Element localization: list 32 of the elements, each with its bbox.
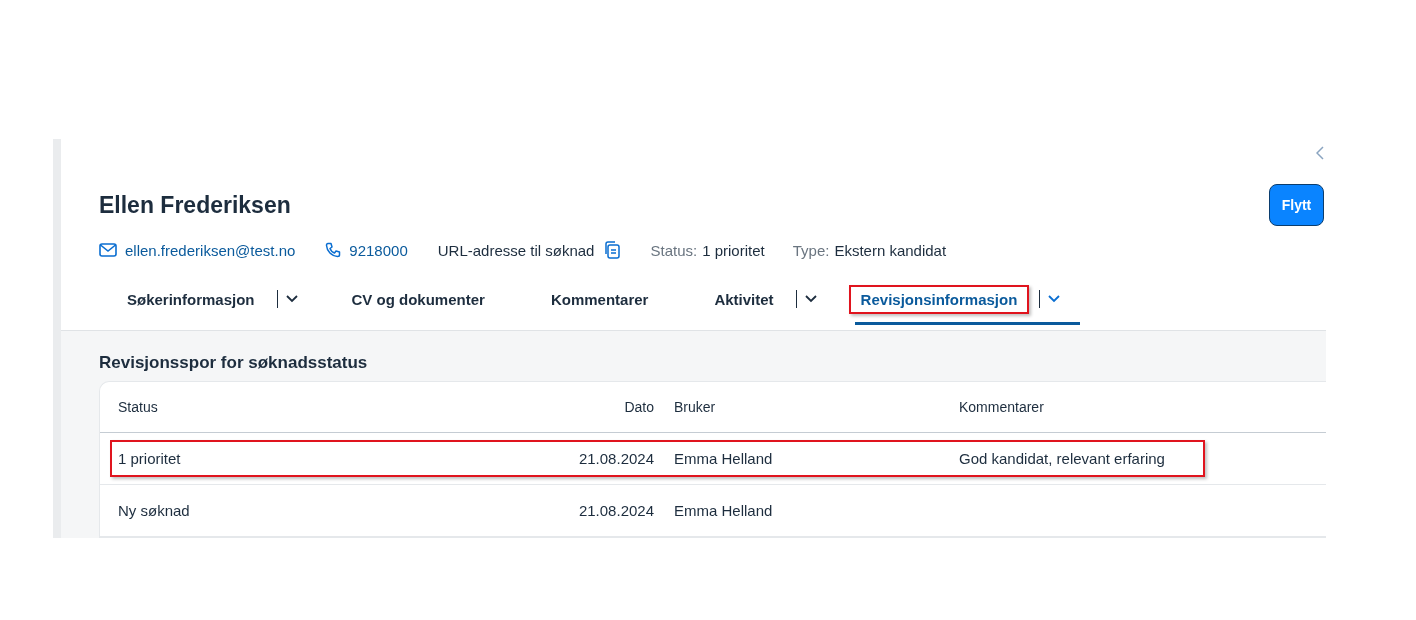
chevron-down-icon[interactable] xyxy=(285,295,298,303)
column-header: Kommentarer xyxy=(959,399,1045,415)
tab[interactable]: CV og dokumenter xyxy=(339,284,497,314)
type-value: Ekstern kandidat xyxy=(834,241,947,259)
copy-icon[interactable] xyxy=(604,241,621,259)
table-cell: 1 prioritet xyxy=(118,450,181,467)
collapse-chevron-icon[interactable] xyxy=(1316,146,1324,160)
status-value: 1 prioritet xyxy=(702,241,765,259)
column-header: Status xyxy=(118,399,158,415)
candidate-name: Ellen Frederiksen xyxy=(99,191,291,219)
url-label: URL-adresse til søknad xyxy=(437,241,595,259)
chevron-down-icon[interactable] xyxy=(804,295,817,303)
section-title: Revisjonsspor for søknadsstatus xyxy=(99,353,369,374)
tab[interactable]: Søkerinformasjon xyxy=(115,284,267,314)
move-button[interactable]: Flytt xyxy=(1269,184,1324,226)
phone-icon xyxy=(325,242,342,258)
type-label: Type: xyxy=(792,241,830,259)
table-cell: Ny søknad xyxy=(118,502,190,519)
tab[interactable]: Revisjonsinformasjon xyxy=(848,284,1030,314)
column-header: Dato xyxy=(624,399,654,415)
tab[interactable]: Kommentarer xyxy=(538,284,661,314)
table-cell-text: Emma Helland xyxy=(674,502,774,519)
table-cell-text: Emma Helland xyxy=(674,450,774,467)
table-cell: 21.08.2024 xyxy=(578,450,654,467)
status-label: Status: xyxy=(650,241,698,259)
table-cell-text: God kandidat, relevant erfaring xyxy=(959,450,1166,467)
phone-link[interactable]: 9218000 xyxy=(325,241,408,259)
table-cell: 21.08.2024 xyxy=(578,502,654,519)
column-header: Bruker xyxy=(674,399,717,415)
email-link[interactable]: ellen.frederiksen@test.no xyxy=(99,241,296,259)
tab[interactable]: Aktivitet xyxy=(702,284,786,314)
mail-icon xyxy=(99,243,117,257)
